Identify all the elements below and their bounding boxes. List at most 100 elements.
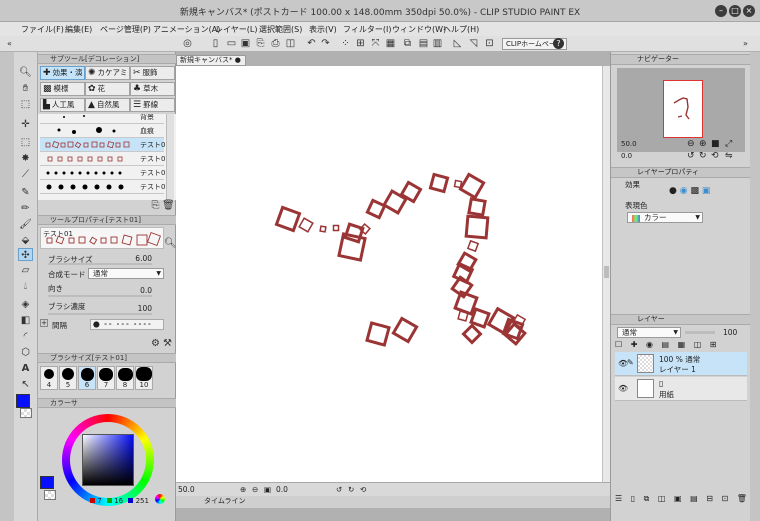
menu-animation[interactable]: アニメーション(A) xyxy=(153,24,220,35)
density-row[interactable]: ブラシ濃度 100 xyxy=(40,300,166,315)
menu-edit[interactable]: 編集(E) xyxy=(65,24,92,35)
color-wheel[interactable] xyxy=(62,414,154,506)
open-file-icon[interactable]: ▭ xyxy=(226,38,237,49)
zoom-out-icon[interactable]: ⊖ xyxy=(687,139,695,149)
size-preset[interactable]: 8 xyxy=(116,366,134,390)
list-item[interactable]: テスト02 xyxy=(40,152,170,166)
zoom-tool-icon[interactable]: 🔍︎ xyxy=(18,66,33,79)
fit-window-icon[interactable]: ⤢ xyxy=(725,139,732,149)
layer-row[interactable]: 👁︎ ✎ 100 % 通常 レイヤー 1 xyxy=(615,352,747,376)
fit-icon[interactable]: ▣ xyxy=(264,485,271,494)
size-preset[interactable]: 5 xyxy=(59,366,77,390)
document-tab[interactable]: 新規キャンバス* ● xyxy=(176,55,246,66)
size-preset[interactable]: 6 xyxy=(78,366,96,390)
paste-icon[interactable]: ▤ xyxy=(418,38,429,49)
frame-border-icon[interactable]: ⬡ xyxy=(18,346,33,359)
reset-rotation-icon[interactable]: ⟲ xyxy=(711,151,719,161)
zoom-value[interactable]: 50.0 xyxy=(178,485,195,494)
rotate-left-icon[interactable]: ↺ xyxy=(336,485,342,494)
eraser-icon[interactable]: ▱ xyxy=(18,264,33,277)
close-button[interactable]: × xyxy=(743,5,755,17)
help-button[interactable]: ? xyxy=(553,38,564,49)
brush-list-scrollbar[interactable] xyxy=(166,114,174,200)
print-icon[interactable]: ⎙ xyxy=(270,38,281,49)
size-preset[interactable]: 7 xyxy=(97,366,115,390)
settings-icon[interactable]: ⚙ xyxy=(150,338,161,349)
brush-tool-icon[interactable]: 🖌︎ xyxy=(18,218,33,231)
sub-color-preview[interactable] xyxy=(44,490,56,500)
layer-row[interactable]: 👁︎ ▯ 用紙 xyxy=(615,377,747,401)
subtool-clothing[interactable]: ✂ 服飾 xyxy=(130,66,175,80)
main-color-swatch[interactable] xyxy=(16,394,30,408)
blend-tool-icon[interactable]: 💧︎ xyxy=(18,280,33,293)
clip-studio-icon[interactable]: ◎ xyxy=(182,38,193,49)
layer-blend-mode-dropdown[interactable]: 通常 xyxy=(617,327,681,338)
spacing-options[interactable]: ⬤ ∘∘ ∘∘∘ ∘∘∘∘ xyxy=(90,319,164,330)
ruler-icon[interactable]: ◺ xyxy=(452,38,463,49)
size-preset[interactable]: 4 xyxy=(40,366,58,390)
hand-tool-icon[interactable]: ✋︎ xyxy=(18,82,33,95)
color-square[interactable] xyxy=(82,434,134,486)
menu-help[interactable]: ヘルプ(H) xyxy=(443,24,479,35)
sub-color-swatch[interactable] xyxy=(20,408,32,418)
subtool-pattern[interactable]: ▩ 模様 xyxy=(40,82,85,96)
opacity-slider[interactable] xyxy=(685,331,715,334)
subtool-artificial[interactable]: ▙ 人工風 xyxy=(40,98,85,112)
brush-size-row[interactable]: ブラシサイズ 6.00 xyxy=(40,253,166,265)
layer-icon[interactable]: ◫ xyxy=(285,38,296,49)
save-icon[interactable]: ▣ xyxy=(240,38,251,49)
airbrush-icon[interactable]: ⬙ xyxy=(18,234,33,247)
snap-icon[interactable]: ◹ xyxy=(468,38,479,49)
navigator-zoom-value[interactable]: 50.0 xyxy=(621,140,637,148)
timeline-tab[interactable]: タイムライン xyxy=(176,496,610,508)
subtool-plants[interactable]: ♣ 草木 xyxy=(130,82,175,96)
pen-tool-icon[interactable]: ✎ xyxy=(18,186,33,199)
selection-mode-icon[interactable]: ▥ xyxy=(432,38,443,49)
zoom-out-icon[interactable]: ⊖ xyxy=(252,485,258,494)
subtool-nature[interactable]: ▲ 自然風 xyxy=(85,98,130,112)
rotate-right-icon[interactable]: ↻ xyxy=(699,151,707,161)
eyedropper-icon[interactable]: ⟋ xyxy=(18,168,33,181)
size-preset[interactable]: 10 xyxy=(135,366,153,390)
angle-value[interactable]: 0.0 xyxy=(276,485,288,494)
brush-size-slider[interactable] xyxy=(48,263,152,265)
color-box-icon[interactable]: ▣ xyxy=(702,186,711,196)
zoom-in-icon[interactable]: ⊕ xyxy=(240,485,246,494)
redo-icon[interactable]: ↷ xyxy=(320,38,331,49)
subtool-flower[interactable]: ✿ 花 xyxy=(85,82,130,96)
pencil-tool-icon[interactable]: ✏︎ xyxy=(18,202,33,215)
decoration-tool-icon[interactable]: ✣ xyxy=(18,248,33,261)
minimize-button[interactable]: – xyxy=(715,5,727,17)
fill-icon[interactable]: ▦ xyxy=(385,38,396,49)
auto-select-icon[interactable]: ✸ xyxy=(18,152,33,165)
subtool-effect[interactable]: ✚ 効果・演 xyxy=(40,66,85,80)
fill-tool-icon[interactable]: ◈ xyxy=(18,298,33,311)
list-item[interactable]: テスト03 xyxy=(40,166,170,180)
density-slider[interactable] xyxy=(48,313,152,315)
menu-file[interactable]: ファイル(F) xyxy=(21,24,64,35)
wrench-icon[interactable]: ⚒ xyxy=(162,338,173,349)
maximize-button[interactable]: □ xyxy=(729,5,741,17)
expression-color-dropdown[interactable]: カラー xyxy=(627,212,703,223)
direction-slider[interactable] xyxy=(48,295,152,297)
delete-subtool-icon[interactable]: 🗑︎ xyxy=(162,200,175,211)
list-item[interactable]: 背景 xyxy=(40,114,164,124)
new-file-icon[interactable]: ▯ xyxy=(210,38,221,49)
expand-icon[interactable]: + xyxy=(40,319,48,327)
canvas-paper[interactable] xyxy=(176,66,602,482)
collapse-right-icon[interactable]: » xyxy=(740,38,751,49)
layer-color-icon[interactable]: ▩ xyxy=(690,186,699,196)
main-color-preview[interactable] xyxy=(40,476,54,489)
reset-rotation-icon[interactable]: ⟲ xyxy=(360,485,366,494)
transform-icon[interactable]: ⤧ xyxy=(370,38,381,49)
figure-tool-icon[interactable]: ◜ xyxy=(18,330,33,343)
actual-size-icon[interactable]: ■ xyxy=(711,139,720,149)
menu-page[interactable]: ページ管理(P) xyxy=(100,24,151,35)
move-layer-icon[interactable]: ✛ xyxy=(18,118,33,131)
navigator-thumbnail[interactable] xyxy=(663,80,703,138)
close-tab-icon[interactable]: ● xyxy=(235,56,241,64)
menu-view[interactable]: 表示(V) xyxy=(309,24,337,35)
zoom-in-icon[interactable]: ⊕ xyxy=(699,139,707,149)
list-item[interactable]: テスト01 xyxy=(40,138,170,152)
navigator-angle-value[interactable]: 0.0 xyxy=(621,152,632,160)
